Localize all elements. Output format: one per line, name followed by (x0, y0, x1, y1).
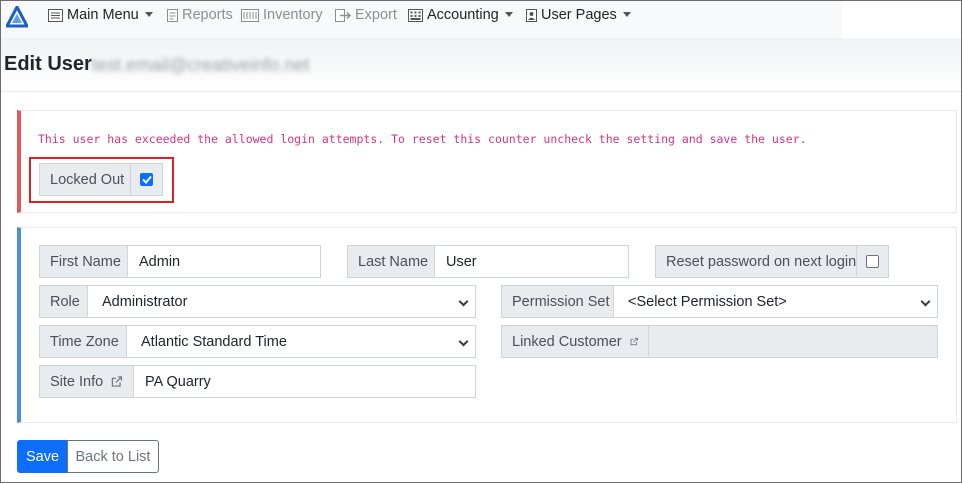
nav-user-pages-label: User Pages (541, 7, 617, 23)
linked-customer-label[interactable]: Linked Customer (501, 325, 649, 358)
external-link-icon[interactable] (630, 335, 638, 348)
chevron-down-icon (920, 296, 931, 307)
inventory-icon (241, 8, 259, 22)
lockout-warning-message: This user has exceeded the allowed login… (38, 132, 807, 146)
chevron-down-icon (458, 296, 469, 307)
site-info-label-text: Site Info (50, 373, 104, 390)
nav-export-label: Export (355, 7, 397, 23)
chevron-down-icon (144, 11, 153, 17)
locked-out-checkbox[interactable] (140, 173, 153, 186)
nav-inventory[interactable]: Inventory (241, 0, 323, 30)
time-zone-selected-value: Atlantic Standard Time (141, 333, 287, 350)
nav-inventory-label: Inventory (263, 7, 323, 23)
linked-customer-field (648, 325, 938, 358)
user-email: test.email@creativeinfo.net (92, 55, 310, 75)
role-selected-value: Administrator (102, 293, 188, 310)
first-name-input[interactable]: Admin (127, 245, 321, 278)
nav-reports-label: Reports (182, 7, 233, 23)
nav-main-menu[interactable]: Main Menu (48, 0, 153, 30)
nav-main-menu-label: Main Menu (67, 7, 139, 23)
time-zone-label: Time Zone (39, 325, 127, 358)
nav-export[interactable]: Export (335, 0, 397, 30)
export-icon (335, 8, 351, 22)
locked-out-label: Locked Out (39, 163, 131, 196)
page-title: Edit User (4, 53, 92, 75)
nav-user-pages[interactable]: User Pages (526, 0, 631, 30)
permission-set-select[interactable]: <Select Permission Set> (613, 285, 938, 318)
external-link-icon[interactable] (111, 375, 123, 388)
save-button[interactable]: Save (17, 440, 68, 473)
linked-customer-label-text: Linked Customer (512, 333, 622, 350)
report-icon (167, 8, 178, 22)
role-select[interactable]: Administrator (87, 285, 476, 318)
last-name-input[interactable]: User (434, 245, 629, 278)
locked-out-checkbox-wrap[interactable] (130, 163, 163, 196)
reset-password-checkbox-wrap[interactable] (856, 245, 889, 278)
time-zone-select[interactable]: Atlantic Standard Time (126, 325, 476, 358)
role-label: Role (39, 285, 88, 318)
app-logo-icon[interactable] (6, 6, 28, 28)
last-name-label: Last Name (347, 245, 435, 278)
checkmark-icon (141, 175, 152, 184)
nav-accounting[interactable]: Accounting (408, 0, 513, 30)
reset-password-checkbox[interactable] (866, 255, 879, 268)
back-to-list-button[interactable]: Back to List (67, 440, 159, 473)
chevron-down-icon (504, 11, 513, 17)
user-page-icon (526, 8, 537, 22)
reset-password-label: Reset password on next login (655, 245, 857, 278)
menu-icon (48, 8, 63, 22)
top-navbar: Main Menu Reports Inventory Export Accou… (0, 0, 842, 38)
nav-accounting-label: Accounting (427, 7, 499, 23)
chevron-down-icon (622, 11, 631, 17)
nav-reports[interactable]: Reports (167, 0, 233, 30)
permission-set-selected-value: <Select Permission Set> (628, 293, 787, 310)
chevron-down-icon (458, 336, 469, 347)
site-info-input[interactable]: PA Quarry (133, 365, 476, 398)
calculator-icon (408, 8, 423, 22)
site-info-label[interactable]: Site Info (39, 365, 134, 398)
first-name-label: First Name (39, 245, 128, 278)
permission-set-label: Permission Set (501, 285, 614, 318)
